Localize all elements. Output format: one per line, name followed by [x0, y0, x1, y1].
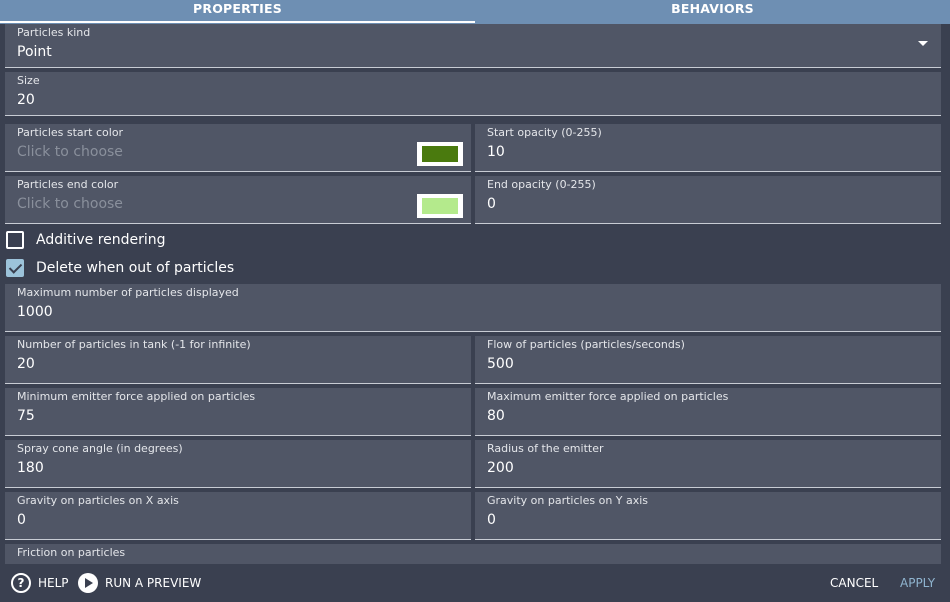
tab-bar: PROPERTIES BEHAVIORS — [0, 0, 950, 24]
additive-rendering-row[interactable]: Additive rendering — [6, 228, 166, 252]
tab-properties[interactable]: PROPERTIES — [0, 0, 475, 23]
flow-field[interactable]: Flow of particles (particles/seconds) 50… — [475, 336, 941, 384]
tank-value[interactable]: 20 — [17, 356, 35, 372]
help-label: HELP — [38, 576, 69, 590]
end-color-swatch[interactable] — [417, 194, 463, 218]
particles-kind-label: Particles kind — [17, 26, 91, 39]
max-force-label: Maximum emitter force applied on particl… — [487, 390, 729, 403]
additive-rendering-label: Additive rendering — [36, 232, 166, 248]
max-particles-value[interactable]: 1000 — [17, 304, 53, 320]
tab-behaviors[interactable]: BEHAVIORS — [475, 0, 950, 24]
delete-when-out-row[interactable]: Delete when out of particles — [6, 256, 234, 280]
run-preview-button[interactable]: RUN A PREVIEW — [78, 564, 201, 602]
end-color-label: Particles end color — [17, 178, 119, 191]
additive-rendering-checkbox[interactable] — [6, 231, 24, 249]
cancel-button[interactable]: CANCEL — [830, 564, 878, 602]
help-icon: ? — [11, 573, 31, 593]
particles-kind-select[interactable]: Particles kind Point — [5, 24, 941, 68]
gravity-x-label: Gravity on particles on X axis — [17, 494, 179, 507]
gravity-x-value[interactable]: 0 — [17, 512, 26, 528]
friction-label: Friction on particles — [17, 546, 126, 559]
apply-label: APPLY — [900, 576, 936, 590]
min-force-field[interactable]: Minimum emitter force applied on particl… — [5, 388, 471, 436]
properties-panel: Particles kind Point Size 20 Particles s… — [0, 24, 950, 564]
end-opacity-field[interactable]: End opacity (0-255) 0 — [475, 176, 941, 224]
radius-value[interactable]: 200 — [487, 460, 514, 476]
radius-field[interactable]: Radius of the emitter 200 — [475, 440, 941, 488]
start-opacity-field[interactable]: Start opacity (0-255) 10 — [475, 124, 941, 172]
dialog-footer: ? HELP RUN A PREVIEW CANCEL APPLY — [0, 564, 950, 602]
start-color-swatch[interactable] — [417, 142, 463, 166]
tank-label: Number of particles in tank (-1 for infi… — [17, 338, 251, 351]
gravity-y-field[interactable]: Gravity on particles on Y axis 0 — [475, 492, 941, 540]
max-force-value[interactable]: 80 — [487, 408, 505, 424]
max-particles-label: Maximum number of particles displayed — [17, 286, 239, 299]
apply-button[interactable]: APPLY — [900, 564, 935, 602]
friction-field[interactable]: Friction on particles — [5, 544, 941, 564]
end-color-field[interactable]: Particles end color Click to choose — [5, 176, 471, 224]
spray-cone-value[interactable]: 180 — [17, 460, 44, 476]
delete-when-out-checkbox[interactable] — [6, 259, 24, 277]
delete-when-out-label: Delete when out of particles — [36, 260, 235, 276]
min-force-value[interactable]: 75 — [17, 408, 35, 424]
radius-label: Radius of the emitter — [487, 442, 604, 455]
gravity-x-field[interactable]: Gravity on particles on X axis 0 — [5, 492, 471, 540]
spray-cone-label: Spray cone angle (in degrees) — [17, 442, 183, 455]
start-color-label: Particles start color — [17, 126, 124, 139]
size-label: Size — [17, 74, 40, 87]
help-button[interactable]: ? HELP — [11, 564, 69, 602]
min-force-label: Minimum emitter force applied on particl… — [17, 390, 256, 403]
end-color-placeholder[interactable]: Click to choose — [17, 196, 123, 212]
spray-cone-field[interactable]: Spray cone angle (in degrees) 180 — [5, 440, 471, 488]
chevron-down-icon[interactable] — [918, 41, 928, 46]
run-preview-label: RUN A PREVIEW — [105, 576, 202, 590]
size-value[interactable]: 20 — [17, 92, 35, 108]
gravity-y-label: Gravity on particles on Y axis — [487, 494, 649, 507]
start-color-placeholder[interactable]: Click to choose — [17, 144, 123, 160]
max-particles-field[interactable]: Maximum number of particles displayed 10… — [5, 284, 941, 332]
cancel-label: CANCEL — [830, 576, 879, 590]
end-opacity-label: End opacity (0-255) — [487, 178, 596, 191]
tank-field[interactable]: Number of particles in tank (-1 for infi… — [5, 336, 471, 384]
particles-kind-value: Point — [17, 44, 52, 60]
flow-label: Flow of particles (particles/seconds) — [487, 338, 685, 351]
size-field[interactable]: Size 20 — [5, 72, 941, 116]
start-opacity-label: Start opacity (0-255) — [487, 126, 602, 139]
end-opacity-value[interactable]: 0 — [487, 196, 496, 212]
flow-value[interactable]: 500 — [487, 356, 514, 372]
start-opacity-value[interactable]: 10 — [487, 144, 505, 160]
gravity-y-value[interactable]: 0 — [487, 512, 496, 528]
play-icon — [78, 573, 98, 593]
max-force-field[interactable]: Maximum emitter force applied on particl… — [475, 388, 941, 436]
start-color-field[interactable]: Particles start color Click to choose — [5, 124, 471, 172]
